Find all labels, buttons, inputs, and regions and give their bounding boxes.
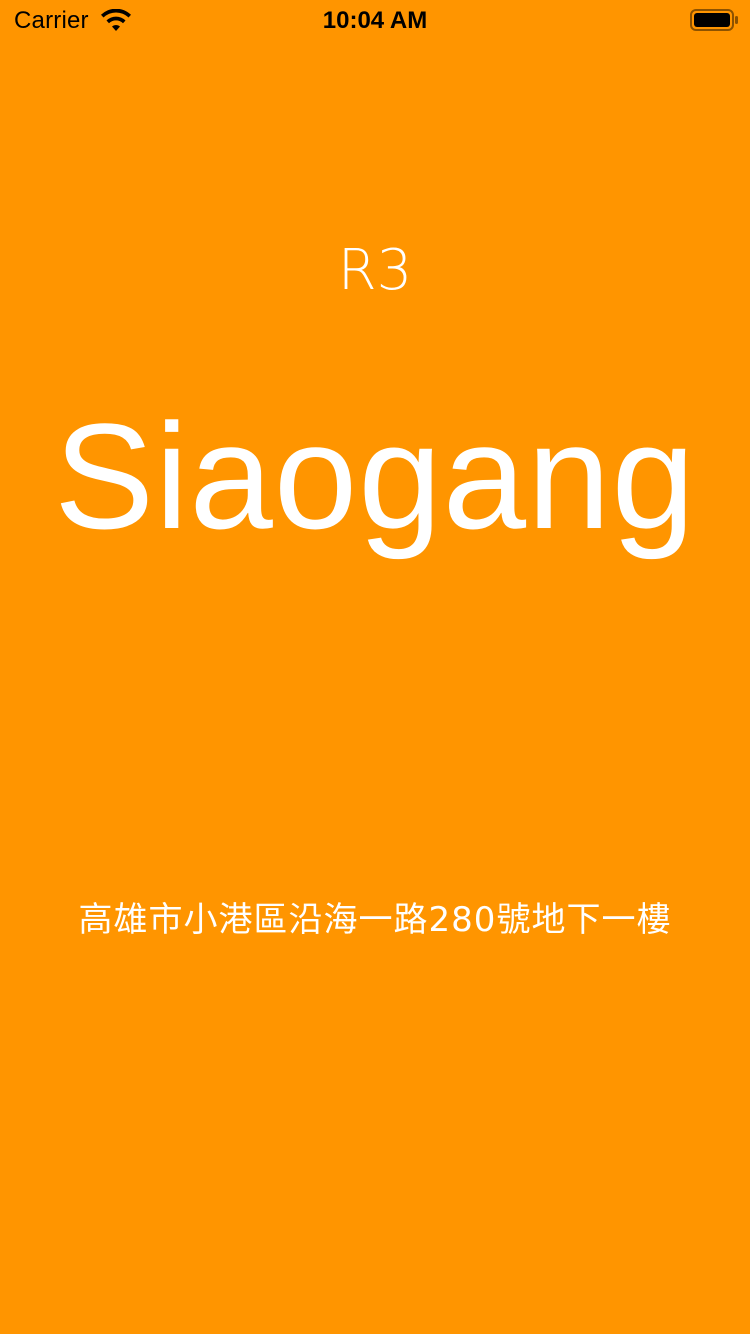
- clock-time: 10:04 AM: [322, 7, 428, 34]
- station-address: 高雄市小港區沿海一路280號地下一樓: [78, 900, 672, 940]
- station-code: R3: [337, 238, 413, 303]
- battery-icon: [690, 9, 738, 31]
- station-name: Siaogang: [54, 392, 696, 560]
- status-bar: Carrier 10:04 AM: [0, 0, 750, 40]
